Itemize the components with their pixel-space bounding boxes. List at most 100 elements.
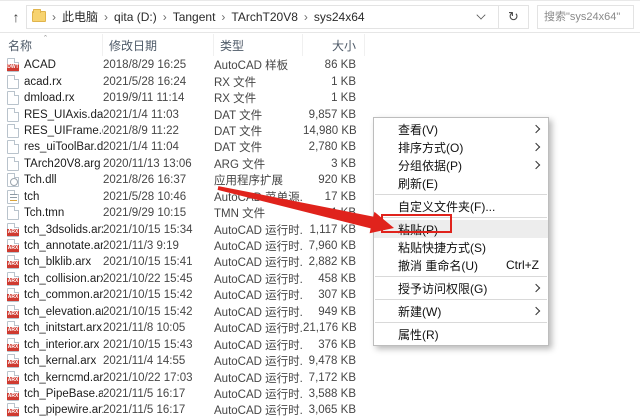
context-menu-item[interactable]: 排序方式(O) bbox=[374, 138, 548, 156]
file-icon bbox=[7, 75, 19, 89]
file-icon: ARX bbox=[7, 272, 19, 286]
context-menu-item[interactable]: 查看(V) bbox=[374, 120, 548, 138]
file-type: AutoCAD 运行时... bbox=[214, 287, 303, 303]
context-menu-item[interactable]: 授予访问权限(G) bbox=[374, 279, 548, 297]
refresh-icon: ↻ bbox=[508, 9, 519, 25]
file-row[interactable]: ARX tch_interior.arx 2021/10/15 15:43 Au… bbox=[0, 336, 368, 352]
file-name: TArch20V8.arg bbox=[24, 158, 101, 170]
file-row[interactable]: RES_UIAxis.dat 2021/1/4 11:03 DAT 文件 9,8… bbox=[0, 106, 368, 122]
file-row[interactable]: DWT ACAD 2018/8/29 16:25 AutoCAD 样板 86 K… bbox=[0, 57, 368, 73]
file-name-cell: ARX tch_annotate.arx bbox=[0, 239, 103, 253]
file-icon bbox=[7, 206, 19, 220]
file-row[interactable]: ARX tch_elevation.arx 2021/10/15 15:42 A… bbox=[0, 304, 368, 320]
file-name: tch_pipewire.arx bbox=[24, 404, 103, 416]
context-menu-item[interactable]: 新建(W) bbox=[374, 302, 548, 320]
file-name-cell: acad.rx bbox=[0, 75, 103, 89]
file-icon bbox=[7, 124, 19, 138]
file-name: tch_common.arx bbox=[24, 289, 103, 301]
menu-separator bbox=[375, 322, 547, 323]
submenu-arrow-icon bbox=[532, 161, 540, 169]
file-row[interactable]: ARX tch_collision.arx 2021/10/22 15:45 A… bbox=[0, 271, 368, 287]
context-menu: 查看(V) 排序方式(O) 分组依据(P) 刷新(E) 自定义文件夹(F)...… bbox=[373, 117, 549, 346]
file-type-badge: ARX bbox=[7, 377, 19, 384]
file-row[interactable]: ARX tch_pipewire.arx 2021/11/5 16:17 Aut… bbox=[0, 402, 368, 418]
file-row[interactable]: TArch20V8.arg 2020/11/13 13:06 ARG 文件 3 … bbox=[0, 156, 368, 172]
file-row[interactable]: tch 2021/5/28 10:46 AutoCAD 菜单源... 17 KB bbox=[0, 189, 368, 205]
column-header-size[interactable]: 大小 bbox=[303, 34, 365, 56]
file-name: tch_kernal.arx bbox=[24, 355, 96, 367]
file-row[interactable]: ARX tch_kerncmd.arx 2021/10/22 17:03 Aut… bbox=[0, 369, 368, 385]
file-type-badge: ARX bbox=[7, 278, 19, 285]
file-date: 2021/11/8 10:05 bbox=[103, 322, 214, 334]
file-type: AutoCAD 运行时... bbox=[214, 254, 303, 270]
file-date: 2021/11/5 16:17 bbox=[103, 388, 214, 400]
file-row[interactable]: ARX tch_PipeBase.arx 2021/11/5 16:17 Aut… bbox=[0, 386, 368, 402]
search-box bbox=[537, 5, 634, 29]
folder-icon bbox=[32, 11, 46, 22]
file-type: AutoCAD 运行时... bbox=[214, 353, 303, 369]
context-menu-item[interactable]: 刷新(E) bbox=[374, 174, 548, 192]
file-size: 2,882 KB bbox=[303, 256, 365, 268]
column-header-date[interactable]: 修改日期 bbox=[103, 34, 214, 56]
search-input[interactable] bbox=[538, 6, 633, 28]
menu-item-label: 授予访问权限(G) bbox=[398, 280, 487, 297]
context-menu-item[interactable]: 自定义文件夹(F)... bbox=[374, 197, 548, 215]
file-row[interactable]: Tch.tmn 2021/9/29 10:15 TMN 文件 1 KB bbox=[0, 205, 368, 221]
context-menu-item[interactable]: 粘贴(P) bbox=[374, 220, 548, 238]
file-type-badge: ARX bbox=[7, 311, 19, 318]
context-menu-item[interactable]: 粘贴快捷方式(S) bbox=[374, 238, 548, 256]
file-row[interactable]: acad.rx 2021/5/28 16:24 RX 文件 1 KB bbox=[0, 73, 368, 89]
file-date: 2021/8/9 11:22 bbox=[103, 125, 214, 137]
refresh-button[interactable]: ↻ bbox=[499, 5, 529, 29]
file-size: 9,478 KB bbox=[303, 355, 365, 367]
menu-item-label: 新建(W) bbox=[398, 303, 441, 320]
file-date: 2021/8/26 16:37 bbox=[103, 174, 214, 186]
breadcrumb-separator-icon: › bbox=[157, 10, 173, 24]
file-row[interactable]: ARX tch_annotate.arx 2021/11/3 9:19 Auto… bbox=[0, 238, 368, 254]
file-name: tch_initstart.arx bbox=[24, 322, 102, 334]
chevron-down-icon[interactable] bbox=[476, 10, 485, 19]
breadcrumb-item[interactable]: Tangent bbox=[173, 10, 216, 24]
menu-item-label: 排序方式(O) bbox=[398, 139, 463, 156]
breadcrumb-item[interactable]: TArchT20V8 bbox=[231, 10, 297, 24]
breadcrumb-item[interactable]: qita (D:) bbox=[114, 10, 157, 24]
address-bar[interactable]: ›此电脑›qita (D:)›Tangent›TArchT20V8›sys24x… bbox=[26, 5, 499, 29]
file-type: DAT 文件 bbox=[214, 123, 303, 139]
file-icon: ARX bbox=[7, 223, 19, 237]
file-size: 3,065 KB bbox=[303, 404, 365, 416]
context-menu-item[interactable]: 分组依据(P) bbox=[374, 156, 548, 174]
file-name-cell: ARX tch_interior.arx bbox=[0, 338, 103, 352]
menu-item-label: 粘贴快捷方式(S) bbox=[398, 239, 486, 256]
file-type: AutoCAD 运行时... bbox=[214, 271, 303, 287]
file-type: AutoCAD 运行时... bbox=[214, 386, 303, 402]
file-type: AutoCAD 运行时... bbox=[214, 402, 303, 418]
up-button[interactable]: ↑ bbox=[6, 6, 26, 28]
submenu-arrow-icon bbox=[532, 125, 540, 133]
file-row[interactable]: ARX tch_3dsolids.arx 2021/10/15 15:34 Au… bbox=[0, 221, 368, 237]
file-size: 3 KB bbox=[303, 158, 365, 170]
context-menu-item[interactable]: 撤消 重命名(U) Ctrl+Z bbox=[374, 256, 548, 274]
breadcrumb-item[interactable]: 此电脑 bbox=[62, 8, 98, 25]
file-row[interactable]: ARX tch_initstart.arx 2021/11/8 10:05 Au… bbox=[0, 320, 368, 336]
file-row[interactable]: RES_UIFrame.dat 2021/8/9 11:22 DAT 文件 14… bbox=[0, 123, 368, 139]
file-date: 2021/10/15 15:43 bbox=[103, 339, 214, 351]
breadcrumb-item[interactable]: sys24x64 bbox=[314, 10, 365, 24]
file-date: 2021/10/15 15:34 bbox=[103, 224, 214, 236]
column-header-name[interactable]: 名称 bbox=[0, 34, 103, 56]
file-row[interactable]: ARX tch_blklib.arx 2021/10/15 15:41 Auto… bbox=[0, 254, 368, 270]
column-header-type[interactable]: 类型 bbox=[214, 34, 303, 56]
file-row[interactable]: dmload.rx 2019/9/11 11:14 RX 文件 1 KB bbox=[0, 90, 368, 106]
file-name-cell: ARX tch_collision.arx bbox=[0, 272, 103, 286]
file-row[interactable]: Tch.dll 2021/8/26 16:37 应用程序扩展 920 KB bbox=[0, 172, 368, 188]
file-size: 1 KB bbox=[303, 76, 365, 88]
toolbar: ↑ ›此电脑›qita (D:)›Tangent›TArchT20V8›sys2… bbox=[0, 0, 640, 33]
file-row[interactable]: res_uiToolBar.dat 2021/1/4 11:04 DAT 文件 … bbox=[0, 139, 368, 155]
file-date: 2021/9/29 10:15 bbox=[103, 207, 214, 219]
file-date: 2021/5/28 16:24 bbox=[103, 76, 214, 88]
file-icon: ARX bbox=[7, 321, 19, 335]
file-date: 2021/10/22 15:45 bbox=[103, 273, 214, 285]
context-menu-item[interactable]: 属性(R) bbox=[374, 325, 548, 343]
file-row[interactable]: ARX tch_common.arx 2021/10/15 15:42 Auto… bbox=[0, 287, 368, 303]
file-row[interactable]: ARX tch_kernal.arx 2021/11/4 14:55 AutoC… bbox=[0, 353, 368, 369]
file-icon bbox=[7, 173, 19, 187]
